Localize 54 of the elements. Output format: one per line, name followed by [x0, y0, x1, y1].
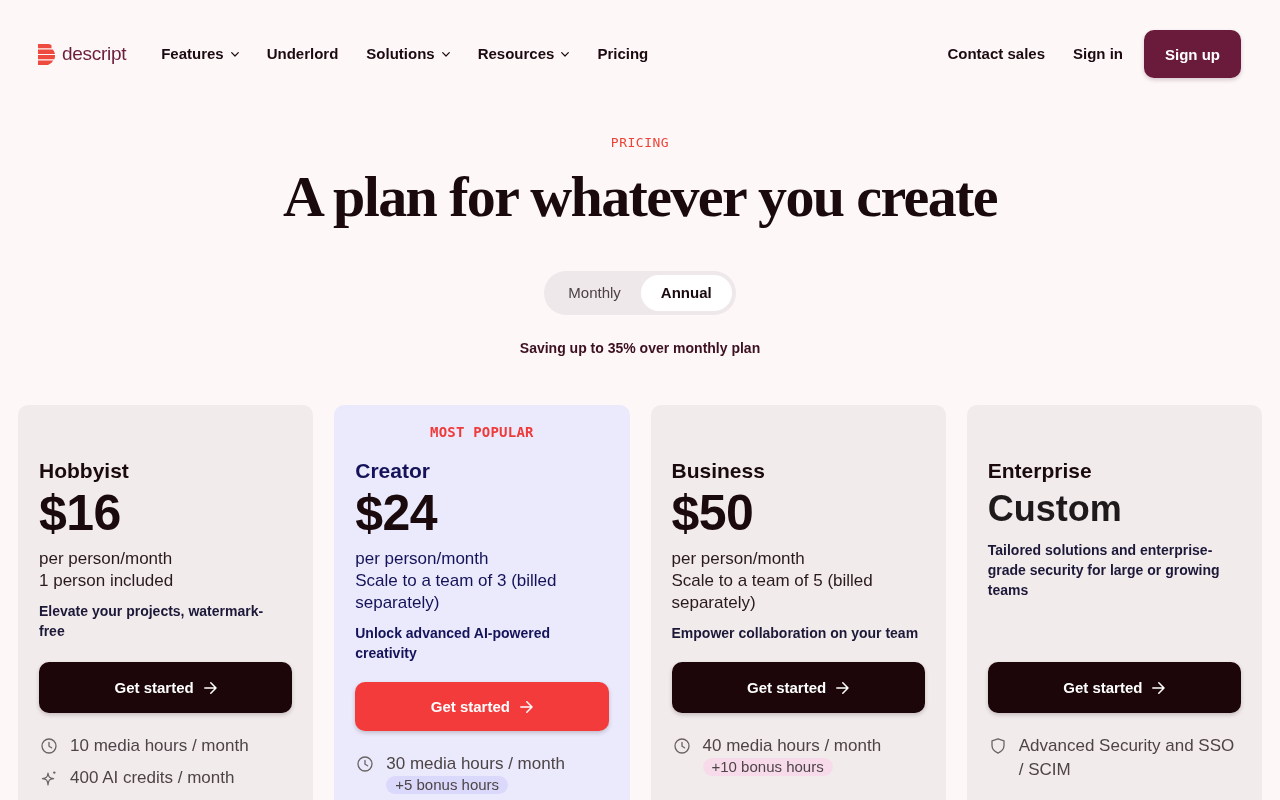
- get-started-button[interactable]: Get started: [39, 662, 293, 713]
- plan-detail: Scale to a team of 3 (billed separately): [355, 570, 558, 614]
- savings-note: Saving up to 35% over monthly plan: [519, 339, 761, 358]
- arrow-right-icon: [1152, 681, 1166, 694]
- bonus-tag: +10 bonus hours: [702, 758, 833, 776]
- plan-price: Custom: [987, 487, 1123, 531]
- nav-link[interactable]: Features: [161, 44, 239, 64]
- get-started-button[interactable]: Get started: [671, 662, 925, 713]
- plan-price: $24: [355, 485, 439, 541]
- plan-tagline: Tailored solutions and enterprise-grade security for large or growing teams: [987, 541, 1221, 600]
- nav-link[interactable]: Resources: [477, 44, 570, 64]
- feature-text: 40 media hours / month: [702, 735, 882, 757]
- logo-link[interactable]: descript: [38, 43, 127, 65]
- billing-option[interactable]: Annual: [640, 275, 732, 311]
- plan-name: Enterprise: [987, 458, 1093, 484]
- arrow-right-icon: [203, 681, 217, 694]
- plan-detail: 1 person included: [39, 570, 175, 592]
- logo-icon: [38, 43, 56, 65]
- plan-name: Business: [671, 458, 766, 484]
- billing-option[interactable]: Monthly: [548, 275, 641, 311]
- bonus-tag: +5 bonus hours: [386, 776, 509, 794]
- nav-link[interactable]: Underlord: [266, 44, 339, 64]
- clock-icon: [673, 738, 690, 754]
- clock-icon: [41, 738, 57, 754]
- popular-label: MOST POPULAR: [430, 423, 534, 441]
- arrow-right-icon: [519, 700, 533, 713]
- plan-tagline: Empower collaboration on your team: [671, 624, 920, 643]
- sparkle-icon: [41, 770, 57, 786]
- plan-tagline: Elevate your projects, watermark-free: [39, 602, 265, 641]
- plan-name: Hobbyist: [39, 458, 130, 484]
- page-title: A plan for whatever you create: [283, 167, 997, 227]
- get-started-button[interactable]: Get started: [987, 662, 1241, 713]
- section-eyebrow: PRICING: [610, 135, 670, 151]
- plan-name: Creator: [355, 458, 431, 484]
- get-started-button[interactable]: Get started: [355, 682, 609, 731]
- header-link[interactable]: Sign in: [1073, 44, 1123, 64]
- arrow-right-icon: [836, 681, 850, 694]
- plan-detail: Scale to a team of 5 (billed separately): [671, 570, 874, 614]
- plan-price: $50: [671, 485, 755, 541]
- plan-detail: per person/month: [671, 548, 806, 570]
- feature-text: 30 media hours / month: [386, 753, 565, 775]
- plan-detail: per person/month: [39, 548, 174, 570]
- feature-text: 400 AI credits / month: [70, 767, 235, 789]
- sign-up-button[interactable]: Sign up: [1144, 30, 1241, 78]
- nav-link[interactable]: Solutions: [366, 44, 450, 64]
- nav-link[interactable]: Pricing: [597, 44, 649, 64]
- shield-icon: [989, 738, 1006, 754]
- feature-text: Advanced Security and SSO / SCIM: [1018, 735, 1236, 781]
- header-link[interactable]: Contact sales: [947, 44, 1045, 64]
- plan-price: $16: [39, 485, 122, 541]
- feature-text: 10 media hours / month: [70, 735, 249, 757]
- plan-tagline: Unlock advanced AI-powered creativity: [355, 624, 551, 663]
- plan-detail: per person/month: [355, 548, 490, 570]
- clock-icon: [357, 756, 374, 772]
